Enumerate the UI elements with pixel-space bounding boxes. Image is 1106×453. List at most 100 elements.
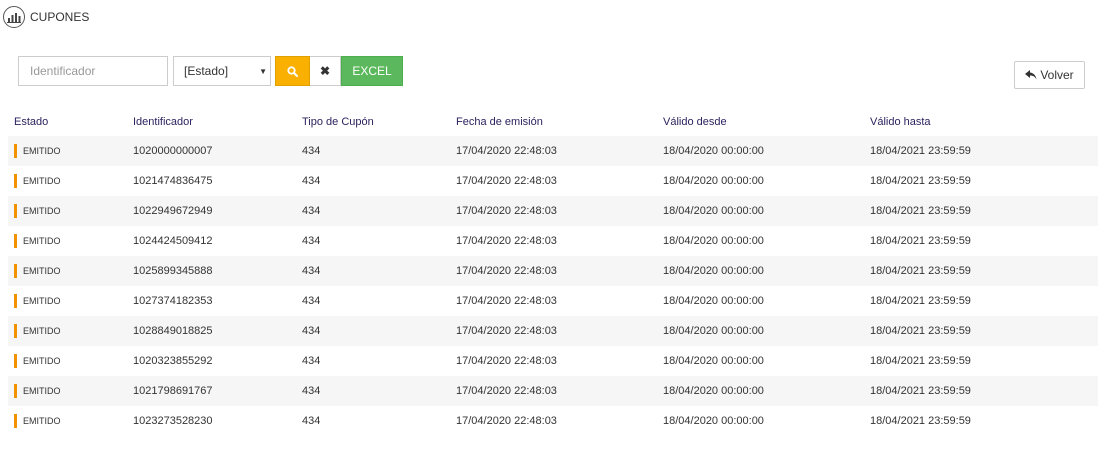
- issue-date-cell: 17/04/2020 22:48:03: [456, 205, 557, 217]
- state-select[interactable]: [Estado] ▼: [173, 56, 271, 86]
- column-header-fecha-emision[interactable]: Fecha de emisión: [456, 116, 663, 128]
- identifier-cell: 1022949672949: [133, 205, 213, 217]
- state-indicator: [14, 324, 17, 338]
- identifier-cell: 1023273528230: [133, 415, 213, 427]
- valid-from-cell: 18/04/2020 00:00:00: [663, 415, 764, 427]
- table-row[interactable]: EMITIDO 1020323855292 434 17/04/2020 22:…: [8, 346, 1098, 376]
- search-button[interactable]: [275, 56, 310, 86]
- issue-date-cell: 17/04/2020 22:48:03: [456, 175, 557, 187]
- state-cell: EMITIDO: [8, 204, 133, 218]
- table-row[interactable]: EMITIDO 1025899345888 434 17/04/2020 22:…: [8, 256, 1098, 286]
- excel-button[interactable]: EXCEL: [341, 56, 403, 86]
- valid-until-cell: 18/04/2021 23:59:59: [870, 175, 971, 187]
- identifier-cell: 1021474836475: [133, 175, 213, 187]
- state-text: EMITIDO: [23, 356, 61, 366]
- type-cell: 434: [302, 235, 321, 247]
- state-cell: EMITIDO: [8, 414, 133, 428]
- identifier-input[interactable]: [18, 56, 168, 86]
- valid-from-cell: 18/04/2020 00:00:00: [663, 235, 764, 247]
- identifier-cell: 1020000000007: [133, 145, 213, 157]
- state-indicator: [14, 144, 17, 158]
- column-header-valido-desde[interactable]: Válido desde: [663, 116, 870, 128]
- issue-date-cell: 17/04/2020 22:48:03: [456, 415, 557, 427]
- clear-button[interactable]: ✖: [310, 56, 341, 86]
- identifier-cell: 1025899345888: [133, 265, 213, 277]
- back-button[interactable]: Volver: [1014, 61, 1085, 89]
- state-text: EMITIDO: [23, 206, 61, 216]
- page-title: CUPONES: [30, 10, 90, 24]
- type-cell: 434: [302, 175, 321, 187]
- state-text: EMITIDO: [23, 416, 61, 426]
- close-icon: ✖: [319, 64, 331, 78]
- state-indicator: [14, 384, 17, 398]
- state-select-value: [Estado]: [184, 64, 229, 78]
- bar-chart-icon: [3, 6, 25, 28]
- valid-from-cell: 18/04/2020 00:00:00: [663, 175, 764, 187]
- identifier-cell: 1020323855292: [133, 355, 213, 367]
- state-cell: EMITIDO: [8, 264, 133, 278]
- caret-down-icon: ▼: [259, 67, 267, 76]
- type-cell: 434: [302, 145, 321, 157]
- type-cell: 434: [302, 415, 321, 427]
- state-cell: EMITIDO: [8, 234, 133, 248]
- valid-until-cell: 18/04/2021 23:59:59: [870, 415, 971, 427]
- valid-until-cell: 18/04/2021 23:59:59: [870, 325, 971, 337]
- state-text: EMITIDO: [23, 236, 61, 246]
- valid-until-cell: 18/04/2021 23:59:59: [870, 145, 971, 157]
- state-text: EMITIDO: [23, 326, 61, 336]
- table-row[interactable]: EMITIDO 1021798691767 434 17/04/2020 22:…: [8, 376, 1098, 406]
- table-row[interactable]: EMITIDO 1023273528230 434 17/04/2020 22:…: [8, 406, 1098, 436]
- type-cell: 434: [302, 265, 321, 277]
- state-cell: EMITIDO: [8, 324, 133, 338]
- type-cell: 434: [302, 355, 321, 367]
- state-indicator: [14, 174, 17, 188]
- table-row[interactable]: EMITIDO 1027374182353 434 17/04/2020 22:…: [8, 286, 1098, 316]
- issue-date-cell: 17/04/2020 22:48:03: [456, 145, 557, 157]
- issue-date-cell: 17/04/2020 22:48:03: [456, 355, 557, 367]
- valid-until-cell: 18/04/2021 23:59:59: [870, 235, 971, 247]
- state-text: EMITIDO: [23, 296, 61, 306]
- valid-from-cell: 18/04/2020 00:00:00: [663, 355, 764, 367]
- search-icon: [287, 65, 298, 77]
- state-text: EMITIDO: [23, 146, 61, 156]
- valid-until-cell: 18/04/2021 23:59:59: [870, 295, 971, 307]
- identifier-cell: 1021798691767: [133, 385, 213, 397]
- valid-until-cell: 18/04/2021 23:59:59: [870, 265, 971, 277]
- table-row[interactable]: EMITIDO 1020000000007 434 17/04/2020 22:…: [8, 136, 1098, 166]
- table-row[interactable]: EMITIDO 1021474836475 434 17/04/2020 22:…: [8, 166, 1098, 196]
- state-text: EMITIDO: [23, 176, 61, 186]
- state-text: EMITIDO: [23, 386, 61, 396]
- valid-from-cell: 18/04/2020 00:00:00: [663, 325, 764, 337]
- state-indicator: [14, 204, 17, 218]
- identifier-cell: 1024424509412: [133, 235, 213, 247]
- state-cell: EMITIDO: [8, 144, 133, 158]
- state-cell: EMITIDO: [8, 354, 133, 368]
- valid-from-cell: 18/04/2020 00:00:00: [663, 295, 764, 307]
- state-indicator: [14, 354, 17, 368]
- valid-until-cell: 18/04/2021 23:59:59: [870, 355, 971, 367]
- valid-until-cell: 18/04/2021 23:59:59: [870, 385, 971, 397]
- issue-date-cell: 17/04/2020 22:48:03: [456, 265, 557, 277]
- column-header-tipo[interactable]: Tipo de Cupón: [302, 116, 456, 128]
- coupons-table: Estado Identificador Tipo de Cupón Fecha…: [8, 108, 1098, 436]
- issue-date-cell: 17/04/2020 22:48:03: [456, 235, 557, 247]
- issue-date-cell: 17/04/2020 22:48:03: [456, 325, 557, 337]
- page-header: CUPONES: [3, 5, 89, 29]
- table-row[interactable]: EMITIDO 1028849018825 434 17/04/2020 22:…: [8, 316, 1098, 346]
- column-header-estado[interactable]: Estado: [8, 116, 133, 128]
- table-row[interactable]: EMITIDO 1022949672949 434 17/04/2020 22:…: [8, 196, 1098, 226]
- type-cell: 434: [302, 325, 321, 337]
- back-button-label: Volver: [1040, 68, 1074, 82]
- issue-date-cell: 17/04/2020 22:48:03: [456, 295, 557, 307]
- excel-button-label: EXCEL: [352, 64, 392, 78]
- state-indicator: [14, 264, 17, 278]
- valid-from-cell: 18/04/2020 00:00:00: [663, 145, 764, 157]
- column-header-identificador[interactable]: Identificador: [133, 116, 302, 128]
- table-row[interactable]: EMITIDO 1024424509412 434 17/04/2020 22:…: [8, 226, 1098, 256]
- valid-from-cell: 18/04/2020 00:00:00: [663, 205, 764, 217]
- type-cell: 434: [302, 205, 321, 217]
- column-header-valido-hasta[interactable]: Válido hasta: [870, 116, 1098, 128]
- state-cell: EMITIDO: [8, 384, 133, 398]
- state-indicator: [14, 294, 17, 308]
- state-text: EMITIDO: [23, 266, 61, 276]
